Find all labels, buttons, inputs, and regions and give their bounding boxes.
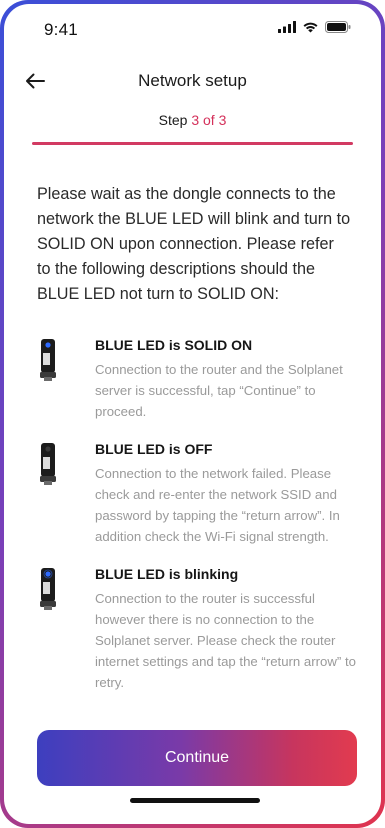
continue-button[interactable]: Continue xyxy=(37,730,357,786)
dongle-led-blinking-icon xyxy=(40,568,56,610)
item-description: Connection to the router and the Solplan… xyxy=(95,362,343,419)
dongle-led-on-icon xyxy=(40,339,56,381)
item-description: Connection to the network failed. Please… xyxy=(95,466,340,544)
battery-icon xyxy=(325,21,351,33)
item-title: BLUE LED is blinking xyxy=(95,566,239,582)
home-indicator[interactable] xyxy=(130,798,260,803)
system-icons xyxy=(278,21,351,33)
step-progress-bar xyxy=(32,142,353,145)
step-indicator: Step 3 of 3 xyxy=(4,112,381,128)
status-bar: 9:41 xyxy=(4,4,381,48)
device-frame: 9:41 Network setup Step 3 of 3 Please wa… xyxy=(0,0,385,828)
status-time: 9:41 xyxy=(44,20,78,39)
dongle-led-off-icon xyxy=(40,443,56,485)
step-prefix: Step xyxy=(158,112,192,128)
intro-text: Please wait as the dongle connects to th… xyxy=(37,185,351,303)
signal-icon xyxy=(278,21,296,33)
item-title: BLUE LED is SOLID ON xyxy=(95,337,253,353)
page-title: Network setup xyxy=(138,71,247,90)
top-bar: Network setup xyxy=(4,68,381,98)
app-screen: 9:41 Network setup Step 3 of 3 Please wa… xyxy=(4,4,381,824)
step-current: 3 of 3 xyxy=(191,112,227,128)
wifi-icon xyxy=(303,22,318,33)
item-description: Connection to the router is successful h… xyxy=(95,591,356,690)
item-title: BLUE LED is OFF xyxy=(95,441,213,457)
